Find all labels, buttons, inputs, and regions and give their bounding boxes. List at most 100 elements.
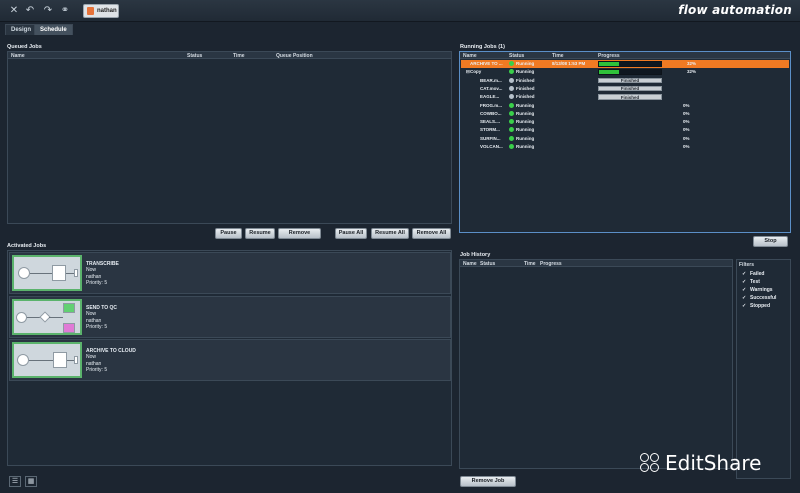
status-dot-icon bbox=[509, 102, 514, 108]
fail-node bbox=[63, 323, 75, 333]
start-node bbox=[16, 312, 27, 323]
start-node bbox=[18, 267, 30, 279]
job-info: TRANSCRIBE Now nathan Priority: 5 bbox=[86, 261, 119, 287]
tab-design[interactable]: Design bbox=[5, 24, 38, 35]
filter-stopped[interactable]: ✓ Stopped bbox=[737, 302, 790, 310]
running-job-row[interactable]: ARCHIVE TO ... Running 8/13/08 1:53 PM 32% bbox=[461, 60, 789, 69]
thumbnail-view-icon[interactable]: ▦ bbox=[25, 476, 37, 487]
running-job-row[interactable]: CAT.mov... Finished Finished bbox=[461, 85, 789, 93]
job-name: EAGLE... bbox=[480, 94, 500, 100]
progress-percent: 0% bbox=[683, 144, 690, 149]
col-progress[interactable]: Progress bbox=[540, 261, 562, 267]
progress-fill bbox=[599, 62, 619, 66]
user-button[interactable]: nathan bbox=[83, 4, 119, 18]
close-icon[interactable]: ✕ bbox=[8, 5, 20, 17]
running-job-row[interactable]: STORM... Running 0% bbox=[461, 126, 789, 134]
col-status[interactable]: Status bbox=[480, 261, 495, 267]
redo-icon[interactable]: ↷ bbox=[42, 5, 54, 17]
remove-job-button[interactable]: Remove Job bbox=[460, 476, 516, 487]
pass-node bbox=[63, 303, 75, 313]
job-status: Running bbox=[509, 144, 534, 149]
running-job-row[interactable]: SEALS.... Running 0% bbox=[461, 118, 789, 126]
running-job-row[interactable]: BEAR.m... Finished Finished bbox=[461, 77, 789, 85]
user-name: nathan bbox=[97, 8, 117, 14]
check-icon[interactable]: ✓ bbox=[742, 303, 747, 309]
running-job-row[interactable]: FROG.m... Running 0% bbox=[461, 102, 789, 110]
col-status[interactable]: Status bbox=[509, 53, 524, 59]
archive-node bbox=[53, 352, 67, 368]
col-name[interactable]: Name bbox=[463, 53, 477, 59]
workflow-thumbnail bbox=[12, 255, 82, 291]
link-icon[interactable]: ⚭ bbox=[59, 5, 71, 17]
workflow-thumbnail bbox=[12, 342, 82, 378]
running-jobs-table[interactable]: Name Status Time Progress ARCHIVE TO ...… bbox=[459, 51, 791, 233]
progress-fill bbox=[599, 70, 619, 74]
job-priority: Priority: 5 bbox=[86, 280, 108, 287]
running-job-row[interactable]: SURFIN... Running 0% bbox=[461, 135, 789, 143]
status-label: Running bbox=[516, 127, 535, 133]
job-card-transcribe[interactable]: TRANSCRIBE Now nathan Priority: 5 bbox=[9, 252, 451, 294]
job-card-archive-to-cloud[interactable]: ARCHIVE TO CLOUD Now nathan Priority: 5 bbox=[9, 339, 451, 381]
filters-title: Filters bbox=[739, 262, 755, 268]
col-name[interactable]: Name bbox=[11, 53, 25, 59]
progress-bar: Finished bbox=[598, 85, 662, 92]
col-status[interactable]: Status bbox=[187, 53, 202, 59]
brand-logo: flow automation bbox=[678, 3, 792, 17]
job-name: ARCHIVE TO ... bbox=[470, 61, 503, 66]
remove-button[interactable]: Remove bbox=[278, 228, 321, 239]
job-name: FROG.m... bbox=[480, 102, 503, 108]
running-job-row[interactable]: ⊟ Copy Running 32% bbox=[461, 68, 789, 76]
running-jobs-title: Running Jobs (1) bbox=[460, 44, 505, 50]
end-node bbox=[74, 356, 78, 364]
progress-percent: 0% bbox=[683, 119, 690, 125]
job-time: 8/13/08 1:53 PM bbox=[552, 61, 586, 66]
stop-button[interactable]: Stop bbox=[753, 236, 788, 247]
col-name[interactable]: Name bbox=[463, 261, 477, 267]
status-dot-icon bbox=[509, 135, 514, 141]
remove-all-button[interactable]: Remove All bbox=[412, 228, 451, 239]
running-job-row[interactable]: COWBO... Running 0% bbox=[461, 110, 789, 118]
filter-warnings[interactable]: ✓ Warnings bbox=[737, 286, 790, 294]
status-dot-icon bbox=[509, 69, 514, 75]
check-icon[interactable]: ✓ bbox=[742, 271, 747, 277]
running-job-row[interactable]: VOLCAN... Running 0% bbox=[461, 143, 789, 151]
check-icon[interactable]: ✓ bbox=[742, 287, 747, 293]
job-status: Finished bbox=[509, 85, 535, 91]
running-jobs-header: Name Status Time Progress bbox=[460, 52, 790, 59]
list-view-icon[interactable]: ☰ bbox=[9, 476, 21, 487]
pause-all-button[interactable]: Pause All bbox=[335, 228, 367, 239]
job-card-send-to-qc[interactable]: SEND TO QC Now nathan Priority: 5 bbox=[9, 296, 451, 338]
queued-jobs-title: Queued Jobs bbox=[7, 44, 42, 50]
filter-label: Stopped bbox=[750, 303, 770, 309]
progress-percent: 0% bbox=[683, 110, 690, 116]
col-queue-position[interactable]: Queue Position bbox=[276, 53, 313, 59]
col-progress[interactable]: Progress bbox=[598, 53, 620, 59]
undo-icon[interactable]: ↶ bbox=[24, 5, 36, 17]
editshare-watermark: EditShare bbox=[640, 451, 761, 475]
filter-test[interactable]: ✓ Test bbox=[737, 278, 790, 286]
check-icon[interactable]: ✓ bbox=[742, 295, 747, 301]
resume-all-button[interactable]: Resume All bbox=[371, 228, 409, 239]
start-node bbox=[17, 354, 29, 366]
col-time[interactable]: Time bbox=[552, 53, 564, 59]
job-info: SEND TO QC Now nathan Priority: 5 bbox=[86, 305, 117, 331]
status-label: Running bbox=[516, 119, 535, 125]
progress-label: Finished bbox=[620, 78, 640, 84]
job-history-table[interactable]: Name Status Time Progress bbox=[459, 259, 733, 469]
status-dot-icon bbox=[509, 144, 514, 149]
col-time[interactable]: Time bbox=[524, 261, 536, 267]
job-info: ARCHIVE TO CLOUD Now nathan Priority: 5 bbox=[86, 348, 136, 374]
check-icon[interactable]: ✓ bbox=[742, 279, 747, 285]
resume-button[interactable]: Resume bbox=[245, 228, 275, 239]
tab-schedule[interactable]: Schedule bbox=[34, 24, 73, 35]
pause-button[interactable]: Pause bbox=[215, 228, 242, 239]
filter-failed[interactable]: ✓ Failed bbox=[737, 270, 790, 278]
filter-successful[interactable]: ✓ Successful bbox=[737, 294, 790, 302]
progress-bar: Finished bbox=[598, 77, 662, 84]
queued-jobs-table[interactable]: Name Status Time Queue Position bbox=[7, 51, 452, 224]
job-status: Running bbox=[509, 135, 534, 141]
running-job-row[interactable]: EAGLE... Finished Finished bbox=[461, 93, 789, 101]
col-time[interactable]: Time bbox=[233, 53, 245, 59]
job-name: COWBO... bbox=[480, 110, 502, 116]
progress-bar: Finished bbox=[598, 94, 662, 100]
